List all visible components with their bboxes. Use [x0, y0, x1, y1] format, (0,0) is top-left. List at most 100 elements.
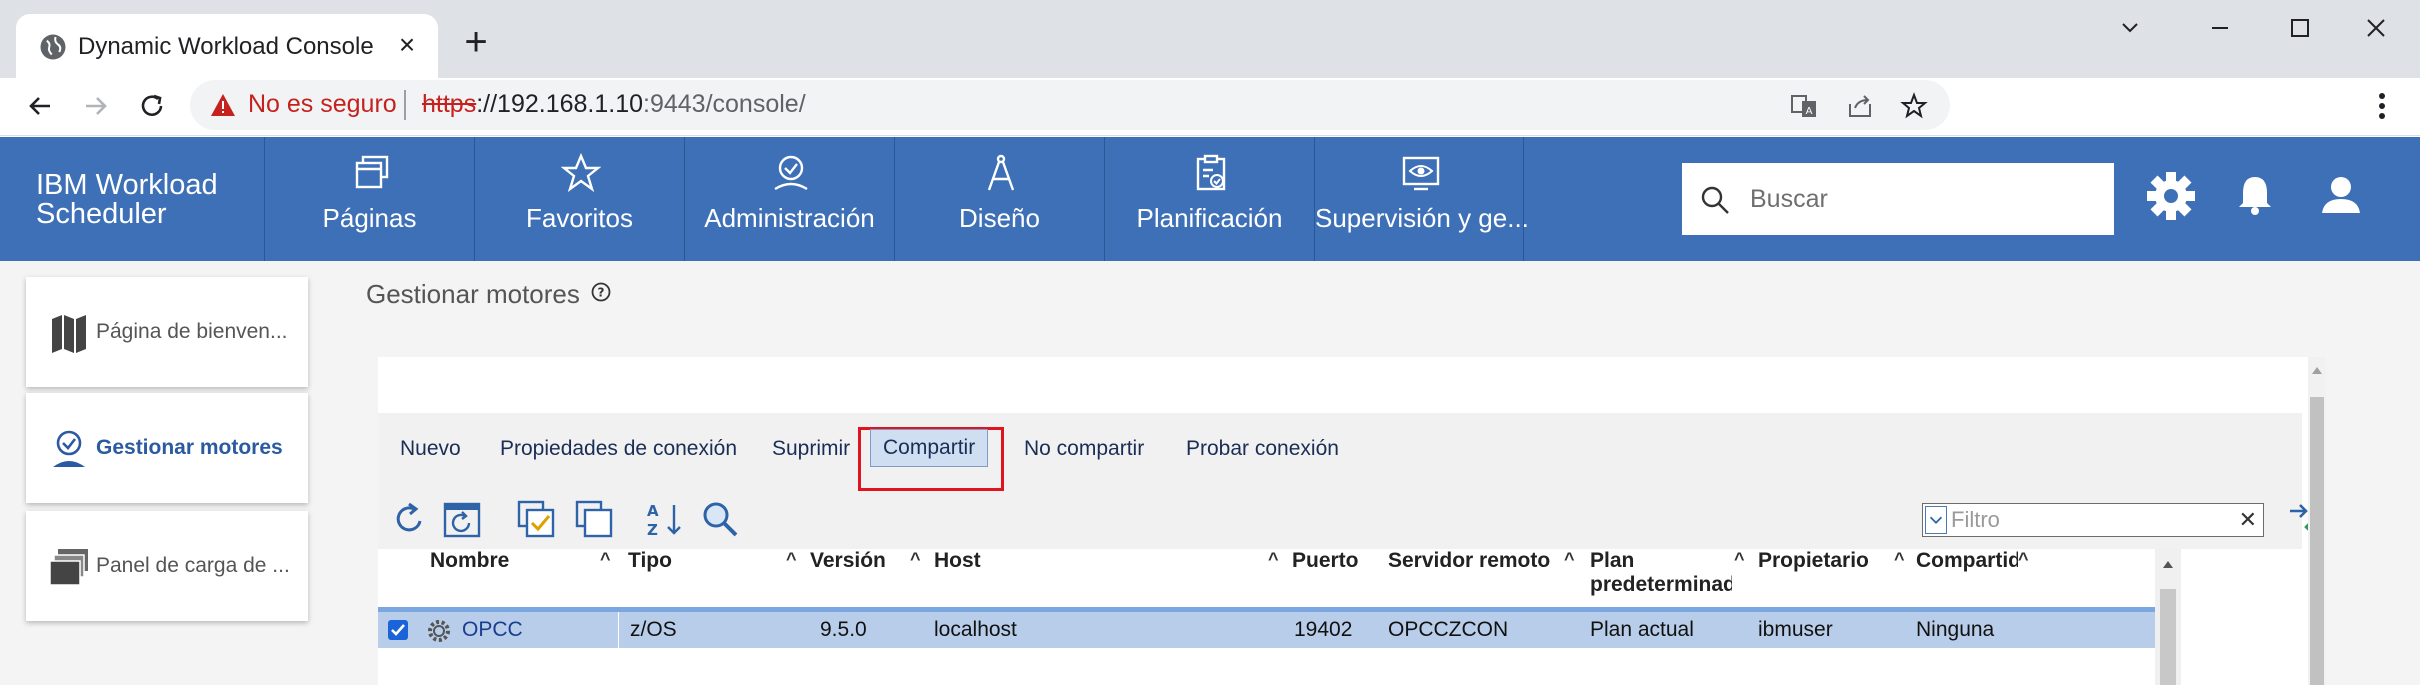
svg-text:A: A [1806, 106, 1813, 117]
scrollbar-thumb[interactable] [2160, 589, 2176, 685]
close-tab-icon[interactable]: × [392, 30, 422, 60]
unshare-button[interactable]: No compartir [1024, 437, 1144, 461]
gear-icon[interactable] [2144, 169, 2198, 223]
chevron-down-icon[interactable] [1925, 506, 1947, 534]
sort-caret-icon[interactable]: ^ [1734, 549, 1745, 570]
url-text[interactable]: https://192.168.1.10:9443/console/ [422, 90, 806, 119]
filter-input[interactable] [1951, 506, 2231, 534]
nav-label: Supervisión y ge... [1315, 203, 1529, 233]
connection-properties-button[interactable]: Propiedades de conexión [500, 437, 737, 461]
cell-version: 9.5.0 [820, 618, 867, 641]
sidebar-item-bienvenida[interactable]: Página de bienven... [26, 277, 308, 387]
column-compartido[interactable]: Compartido [1916, 549, 2018, 573]
column-propietario[interactable]: Propietario [1758, 549, 1869, 573]
check-icon [391, 624, 405, 636]
svg-text:A: A [647, 502, 659, 520]
new-button[interactable]: Nuevo [400, 437, 461, 461]
user-avatar-icon[interactable] [2314, 169, 2368, 223]
nav-diseno[interactable]: Diseño [894, 137, 1104, 261]
help-icon[interactable]: ? [590, 281, 612, 303]
column-host[interactable]: Host [934, 549, 981, 573]
sidebar-item-label: Página de bienven... [96, 320, 288, 343]
delete-button[interactable]: Suprimir [772, 437, 850, 461]
refresh-view-icon[interactable] [442, 499, 482, 539]
sort-caret-icon[interactable]: ^ [1894, 549, 1905, 570]
warning-icon [211, 94, 235, 116]
sidebar: Página de bienven... Gestionar motores P… [0, 261, 334, 685]
scroll-up-icon[interactable] [2311, 365, 2323, 375]
scroll-up-icon[interactable] [2162, 559, 2174, 569]
sidebar-item-label: Panel de carga de ... [96, 554, 290, 577]
star-icon [561, 153, 601, 193]
sort-caret-icon[interactable]: ^ [600, 549, 611, 570]
svg-text:Z: Z [647, 521, 658, 539]
nav-supervision[interactable]: Supervisión y ge... [1314, 137, 1529, 261]
column-servidor-remoto[interactable]: Servidor remoto [1388, 549, 1550, 573]
translate-icon[interactable]: A [1790, 92, 1818, 120]
sort-caret-icon[interactable]: ^ [1268, 549, 1279, 570]
scrollbar-thumb[interactable] [2310, 397, 2324, 685]
share-icon[interactable] [1846, 92, 1874, 120]
browser-tab[interactable]: Dynamic Workload Console × [16, 14, 438, 78]
column-plan[interactable]: Plan [1590, 549, 1634, 573]
table-scrollbar[interactable] [2155, 549, 2181, 685]
page-title: Gestionar motores [366, 279, 580, 309]
panel-scrollbar[interactable] [2308, 357, 2326, 685]
column-tipo[interactable]: Tipo [628, 549, 672, 573]
sort-caret-icon[interactable]: ^ [786, 549, 797, 570]
minimize-icon[interactable] [2200, 8, 2240, 48]
icon-toolbar: A Z ✕ [378, 489, 2322, 545]
windows-stack-icon [49, 549, 88, 586]
security-label[interactable]: No es seguro [248, 90, 397, 119]
sort-caret-icon[interactable]: ^ [910, 549, 921, 570]
admin-icon [774, 155, 808, 191]
column-puerto[interactable]: Puerto [1292, 549, 1359, 573]
nav-label: Administración [704, 203, 875, 233]
deselect-all-icon[interactable] [574, 499, 614, 539]
nav-favoritos[interactable]: Favoritos [474, 137, 684, 261]
maximize-icon[interactable] [2280, 8, 2320, 48]
monitor-eye-icon [1402, 156, 1440, 191]
sort-caret-icon[interactable]: ^ [1564, 549, 1575, 570]
table-row[interactable]: OPCC z/OS 9.5.0 localhost 19402 OPCCZCON… [378, 612, 2156, 648]
forward-arrow-icon[interactable] [76, 86, 116, 126]
nav-label: Favoritos [526, 203, 633, 233]
nav-paginas[interactable]: Páginas [264, 137, 474, 261]
clear-filter-icon[interactable]: ✕ [2239, 508, 2257, 532]
column-nombre[interactable]: Nombre [430, 549, 509, 573]
sidebar-item-gestionar-motores[interactable]: Gestionar motores [26, 393, 308, 503]
nav-planificacion[interactable]: Planificación [1104, 137, 1314, 261]
url-scheme: https [422, 90, 477, 118]
sidebar-item-panel-carga[interactable]: Panel de carga de ... [26, 511, 308, 621]
bell-icon[interactable] [2228, 169, 2282, 223]
tab-search-icon[interactable] [2110, 8, 2150, 48]
cell-shared: Ninguna [1916, 618, 1995, 641]
reload-icon[interactable] [132, 86, 172, 126]
cell-remote-server: OPCCZCON [1388, 618, 1509, 641]
select-all-icon[interactable] [516, 499, 556, 539]
browser-menu-icon[interactable] [2370, 86, 2394, 126]
admin-icon [53, 430, 85, 467]
bookmark-star-icon[interactable] [1900, 92, 1928, 120]
test-connection-button[interactable]: Probar conexión [1186, 437, 1339, 461]
refresh-icon[interactable] [390, 499, 430, 539]
cell-name[interactable]: OPCC [462, 612, 523, 648]
search-input[interactable] [1750, 177, 2100, 221]
back-arrow-icon[interactable] [20, 86, 60, 126]
filter-box[interactable]: ✕ [1922, 503, 2264, 537]
new-tab-button[interactable]: + [456, 22, 496, 62]
cell-owner: ibmuser [1758, 618, 1833, 641]
sort-caret-icon[interactable]: ^ [2018, 549, 2029, 570]
close-window-icon[interactable] [2356, 8, 2396, 48]
nav-administracion[interactable]: Administración [684, 137, 894, 261]
share-button[interactable]: Compartir [870, 429, 989, 467]
search-box[interactable] [1682, 163, 2114, 235]
nav-label: Planificación [1136, 203, 1283, 233]
url-host: ://192.168.1.10 [476, 90, 644, 118]
cell-divider [618, 612, 619, 648]
search-icon[interactable] [700, 499, 740, 539]
sort-icon[interactable]: A Z [644, 499, 684, 539]
column-version[interactable]: Versión [810, 549, 886, 573]
row-checkbox[interactable] [388, 620, 408, 640]
address-bar[interactable]: No es seguro https://192.168.1.10:9443/c… [190, 80, 1950, 130]
